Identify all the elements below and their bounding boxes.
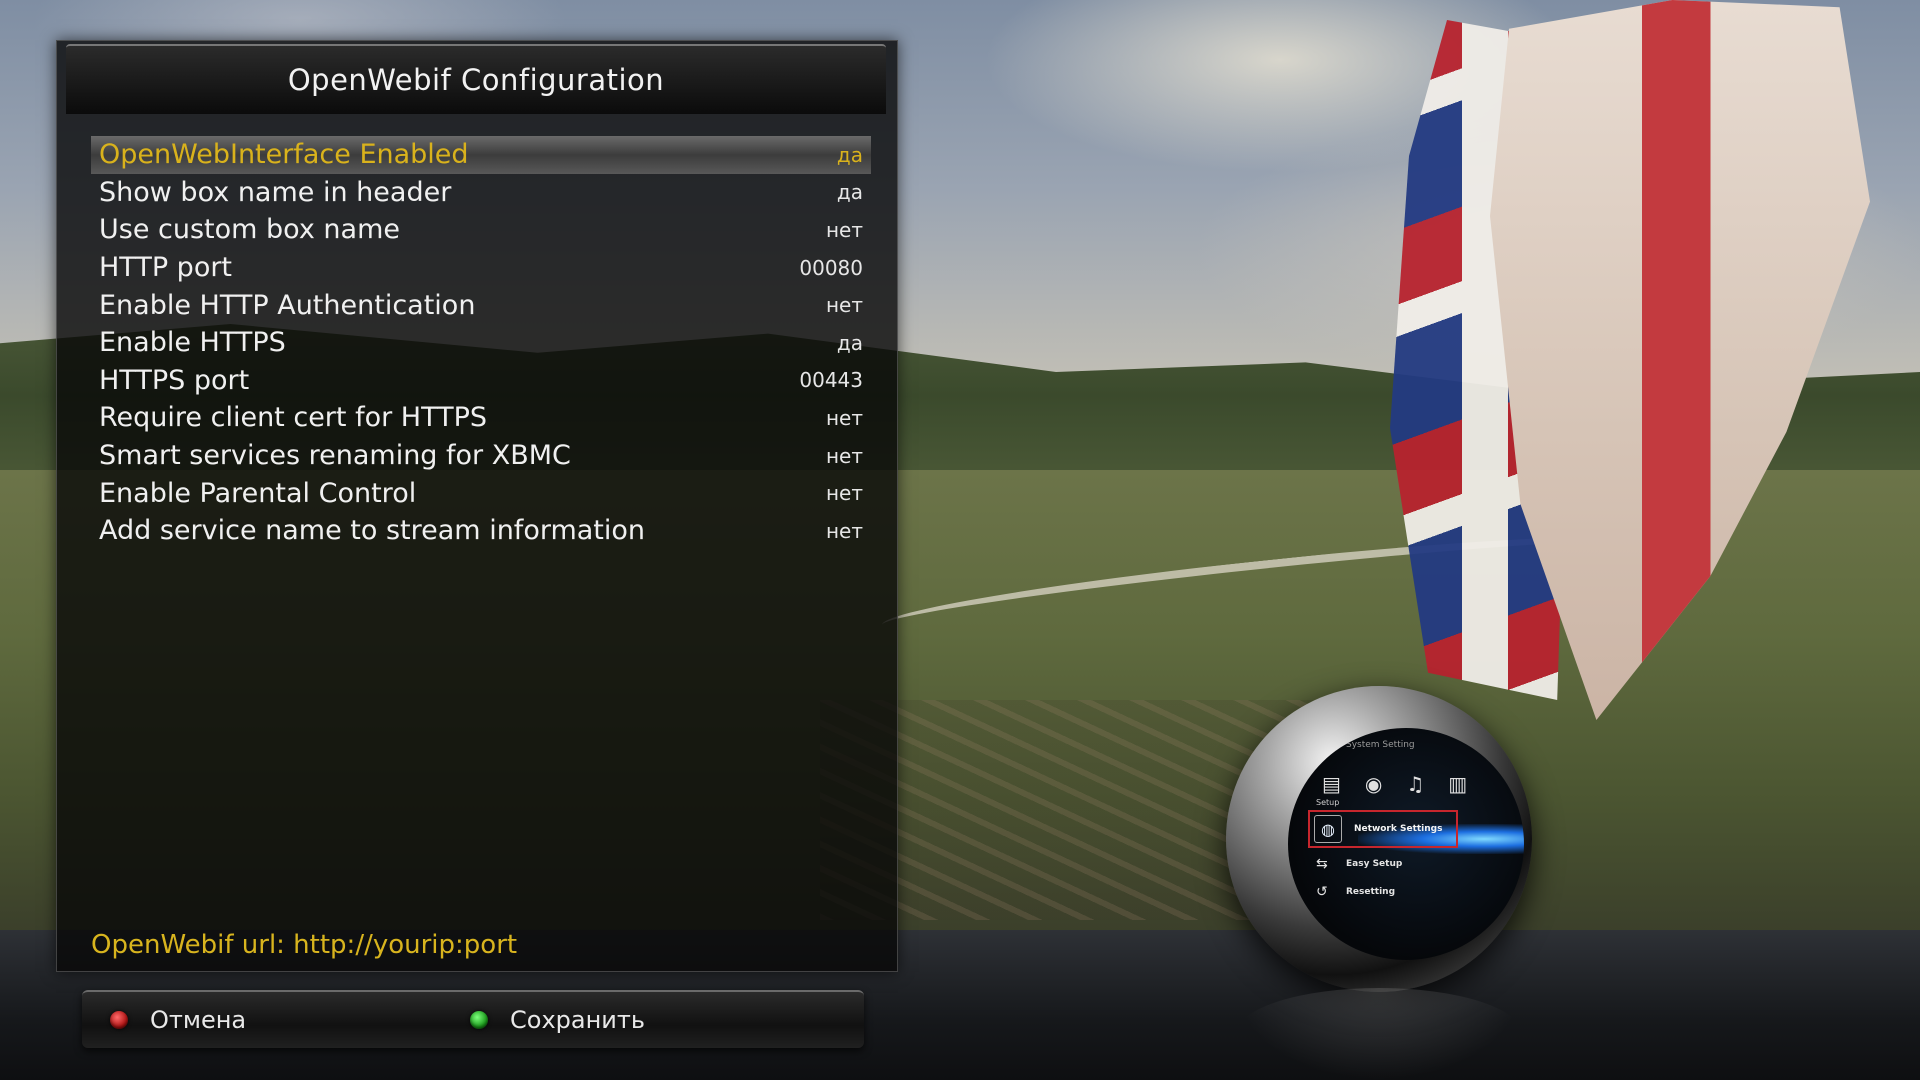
film-icon: ▥ (1448, 772, 1468, 796)
setting-label: Add service name to stream information (99, 515, 646, 547)
setting-row[interactable]: Enable Parental Control нет (91, 474, 871, 512)
setting-label: Show box name in header (99, 176, 452, 208)
setting-row[interactable]: Enable HTTP Authentication нет (91, 286, 871, 324)
setting-row[interactable]: Require client cert for HTTPS нет (91, 399, 871, 437)
save-button[interactable]: Сохранить (470, 992, 645, 1048)
orb-selected-label: Network Settings (1354, 824, 1443, 834)
setting-value: 00443 (799, 368, 863, 393)
setting-label: OpenWebInterface Enabled (99, 139, 469, 171)
setting-row[interactable]: Use custom box name нет (91, 211, 871, 249)
setting-value: нет (825, 443, 863, 468)
setting-value: нет (825, 405, 863, 430)
setting-label: Enable Parental Control (99, 477, 417, 509)
orb-reflection (1236, 988, 1522, 1080)
setting-label: Enable HTTP Authentication (99, 289, 476, 321)
setting-label: HTTP port (99, 252, 233, 284)
setting-value: да (836, 330, 863, 355)
setting-label: Use custom box name (99, 214, 400, 246)
setting-value: нет (825, 481, 863, 506)
toolbox-icon: ▤ (1322, 772, 1341, 796)
globe-icon: ◍ (1314, 815, 1342, 843)
orb-caption: System Setting (1346, 740, 1415, 750)
setting-row[interactable]: Show box name in header да (91, 174, 871, 212)
url-hint: OpenWebif url: http://yourip:port (91, 930, 518, 960)
setting-value: нет (825, 217, 863, 242)
camera-icon: ◉ (1364, 772, 1383, 796)
setting-row[interactable]: HTTP port 00080 (91, 249, 871, 287)
setting-value: нет (825, 518, 863, 543)
reset-icon: ↺ (1316, 884, 1328, 900)
button-bar: Отмена Сохранить (82, 990, 864, 1048)
setting-label: Require client cert for HTTPS (99, 402, 488, 434)
save-label: Сохранить (510, 1006, 645, 1034)
title-bar: OpenWebif Configuration (66, 44, 886, 114)
orb-menu-item: ↺ Resetting (1316, 884, 1395, 900)
setting-value: 00080 (799, 255, 863, 280)
settings-list: OpenWebInterface Enabled да Show box name … (91, 136, 871, 550)
setting-label: Enable HTTPS (99, 327, 286, 359)
setting-row[interactable]: Enable HTTPS да (91, 324, 871, 362)
orb-icon-row: ▤ ◉ ♫ ▥ (1322, 772, 1467, 796)
setting-value: да (836, 180, 863, 205)
wizard-icon: ⇆ (1316, 856, 1328, 872)
setting-value: да (836, 142, 863, 167)
music-icon: ♫ (1406, 772, 1425, 796)
orb-menu-label: Resetting (1346, 887, 1396, 897)
setting-row[interactable]: Add service name to stream information не… (91, 512, 871, 550)
red-key-icon (110, 1011, 128, 1029)
cancel-label: Отмена (150, 1006, 247, 1034)
setting-label: Smart services renaming for XBMC (99, 440, 571, 472)
setting-row[interactable]: HTTPS port 00443 (91, 362, 871, 400)
setting-row[interactable]: OpenWebInterface Enabled да (91, 136, 871, 174)
cancel-button[interactable]: Отмена (110, 992, 246, 1048)
setting-label: HTTPS port (99, 364, 250, 396)
orb-selected-item: ◍ Network Settings (1308, 810, 1458, 848)
orb-menu-label: Easy Setup (1346, 859, 1403, 869)
orb-menu-item: ⇆ Easy Setup (1316, 856, 1402, 872)
orb-setup-label: Setup (1316, 798, 1340, 807)
page-title: OpenWebif Configuration (287, 63, 665, 97)
orb-screen: System Setting ▤ ◉ ♫ ▥ Setup ◍ Network S… (1288, 728, 1524, 960)
setting-value: нет (825, 293, 863, 318)
setting-row[interactable]: Smart services renaming for XBMC нет (91, 437, 871, 475)
green-key-icon (470, 1011, 488, 1029)
